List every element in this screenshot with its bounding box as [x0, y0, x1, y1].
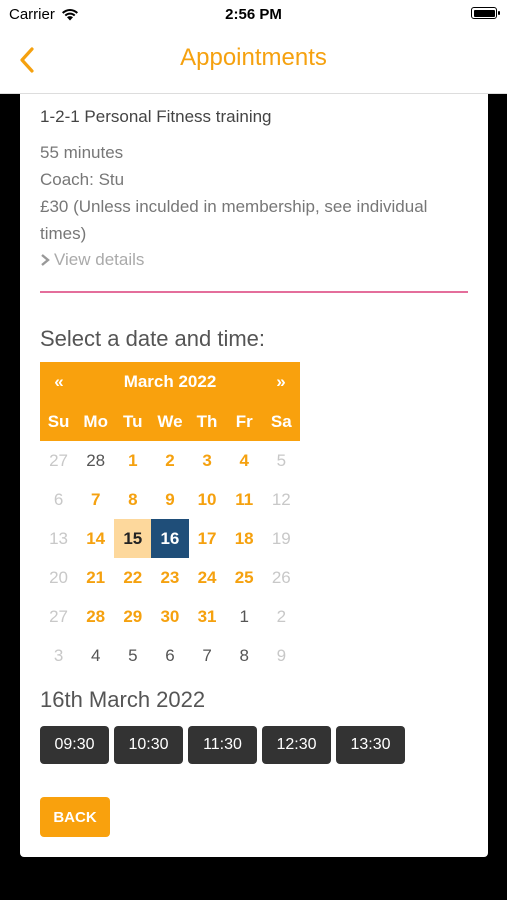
calendar-day: 27: [49, 451, 69, 470]
calendar-day[interactable]: 31: [189, 597, 226, 636]
calendar-day: 13: [49, 529, 69, 548]
calendar-day[interactable]: 14: [77, 519, 114, 558]
calendar-day[interactable]: 25: [226, 558, 263, 597]
time-slot-button[interactable]: 13:30: [336, 726, 405, 764]
calendar-day: 5: [128, 646, 138, 665]
battery-icon: [471, 7, 500, 19]
calendar-day[interactable]: 23: [151, 558, 188, 597]
calendar-day: 5: [276, 451, 287, 470]
time-slot-button[interactable]: 11:30: [188, 726, 257, 764]
weekday-label: Su: [47, 412, 70, 431]
weekday-label: Th: [196, 412, 218, 431]
weekday-label: Fr: [235, 412, 253, 431]
status-time: 2:56 PM: [225, 6, 282, 23]
calendar-day: 19: [271, 529, 291, 548]
view-details-link[interactable]: View details: [40, 250, 144, 270]
weekday-header-row: Su Mo Tu We Th Fr Sa: [40, 402, 300, 441]
calendar-day: 7: [202, 646, 212, 665]
calendar-day-selected[interactable]: 16: [151, 519, 189, 558]
calendar-day: 27: [49, 607, 69, 626]
weekday-label: We: [157, 412, 183, 431]
divider: [40, 291, 468, 293]
calendar-day[interactable]: 1: [114, 441, 151, 480]
calendar-week-row: 20 21 22 23 24 25 26: [40, 558, 300, 597]
calendar-day: 4: [90, 646, 101, 665]
calendar-day: 6: [165, 646, 175, 665]
calendar-day[interactable]: 28: [77, 597, 114, 636]
calendar-week-row: 27 28 1 2 3 4 5: [40, 441, 300, 480]
calendar-day: 8: [239, 646, 249, 665]
calendar-week-row: 6 7 8 9 10 11 12: [40, 480, 300, 519]
appointment-card: 1-2-1 Personal Fitness training 55 minut…: [20, 94, 488, 857]
time-slot-list: 09:30 10:30 11:30 12:30 13:30: [40, 726, 405, 764]
chevron-right-icon: [41, 254, 50, 266]
calendar-day[interactable]: 4: [226, 441, 263, 480]
calendar-day: 1: [239, 607, 249, 626]
calendar-month[interactable]: March 2022: [40, 372, 300, 392]
service-duration: 55 minutes: [40, 143, 124, 162]
calendar-day[interactable]: 24: [189, 558, 226, 597]
calendar-day: 6: [53, 490, 64, 509]
time-slot-button[interactable]: 09:30: [40, 726, 109, 764]
calendar-grid: 27 28 1 2 3 4 5 6 7 8 9 10 11 12 13 14 15 16 17 18 19 20 21 22 2…: [40, 441, 300, 675]
calendar-day: 9: [276, 646, 287, 665]
calendar-day[interactable]: 30: [151, 597, 188, 636]
service-name: 1-2-1 Personal Fitness training: [40, 107, 272, 126]
calendar-week-row: 3 4 5 6 7 8 9: [40, 636, 300, 675]
calendar-day[interactable]: 18: [226, 519, 263, 558]
calendar-day[interactable]: 21: [77, 558, 114, 597]
calendar-day: 12: [271, 490, 291, 509]
selected-date-heading: 16th March 2022: [40, 687, 206, 712]
calendar-week-row: 13 14 15 16 17 18 19: [40, 519, 300, 558]
next-month-button[interactable]: »: [269, 372, 293, 392]
calendar-day[interactable]: 22: [114, 558, 151, 597]
calendar-day[interactable]: 9: [151, 480, 188, 519]
service-price: £30 (Unless inculded in membership, see …: [40, 197, 428, 216]
calendar-day: 3: [53, 646, 64, 665]
calendar-day: 28: [86, 451, 106, 470]
calendar-day[interactable]: 10: [189, 480, 226, 519]
calendar-week-row: 27 28 29 30 31 1 2: [40, 597, 300, 636]
status-bar: Carrier 2:56 PM: [0, 0, 507, 30]
service-price-continued: times): [40, 224, 87, 243]
calendar-day[interactable]: 29: [114, 597, 151, 636]
weekday-label: Tu: [123, 412, 143, 431]
calendar-day: 2: [276, 607, 287, 626]
view-details-label: View details: [54, 250, 145, 269]
select-date-heading: Select a date and time:: [40, 326, 266, 351]
page-title: Appointments: [180, 44, 327, 71]
weekday-label: Sa: [270, 412, 292, 431]
time-slot-button[interactable]: 12:30: [262, 726, 331, 764]
calendar-day-today[interactable]: 15: [114, 519, 152, 558]
calendar-day: 20: [49, 568, 69, 587]
weekday-label: Mo: [83, 412, 108, 431]
date-picker: « March 2022 » Su Mo Tu We Th Fr Sa 27 28…: [40, 362, 300, 675]
calendar-day[interactable]: 3: [189, 441, 226, 480]
service-coach: Coach: Stu: [40, 170, 125, 189]
navigation-bar: Appointments: [0, 30, 507, 94]
calendar-day[interactable]: 8: [114, 480, 151, 519]
calendar-day[interactable]: 11: [226, 480, 263, 519]
calendar-day[interactable]: 7: [77, 480, 114, 519]
back-button[interactable]: BACK: [40, 797, 110, 837]
calendar-day: 26: [271, 568, 291, 587]
time-slot-button[interactable]: 10:30: [114, 726, 183, 764]
calendar-day[interactable]: 2: [151, 441, 188, 480]
calendar-header: « March 2022 »: [40, 362, 300, 402]
calendar-day[interactable]: 17: [189, 519, 226, 558]
